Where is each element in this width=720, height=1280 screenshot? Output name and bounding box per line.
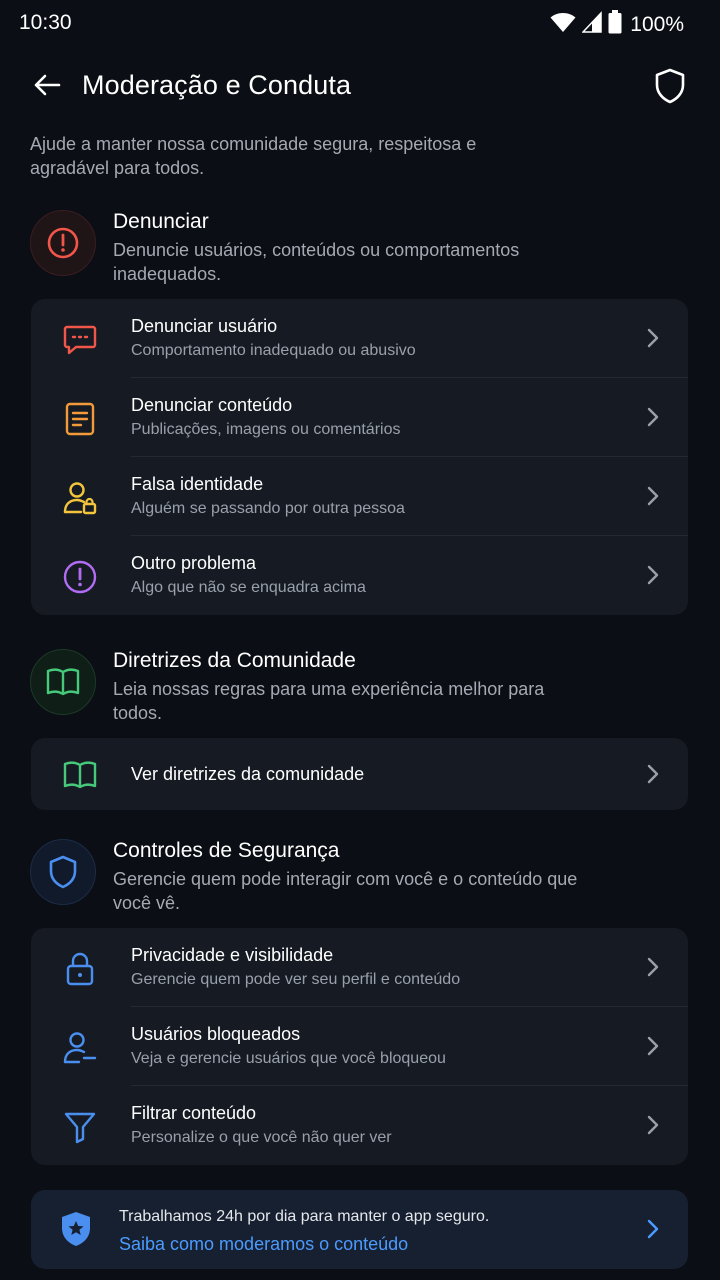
section-description: Leia nossas regras para uma experiência … [113, 679, 545, 723]
section-title: Diretrizes da Comunidade [113, 649, 356, 672]
section-title: Denunciar [113, 210, 209, 233]
view-guidelines-row[interactable]: Ver diretrizes da comunidade [31, 738, 688, 810]
book-icon [61, 756, 99, 794]
chevron-right-icon [642, 1114, 664, 1136]
row-subtitle: Veja e gerencie usuários que você bloque… [131, 1050, 446, 1067]
battery-percent: 100% [630, 12, 684, 36]
alert-circle-icon [30, 210, 96, 276]
safety-card: Privacidade e visibilidade Gerencie quem… [31, 928, 688, 1165]
report-card: Denunciar usuário Comportamento inadequa… [31, 299, 688, 615]
section-title: Controles de Segurança [113, 839, 340, 862]
arrow-left-icon [34, 74, 61, 96]
other-problem-icon [61, 558, 99, 596]
report-user-icon [61, 321, 99, 359]
back-button[interactable] [28, 66, 66, 104]
report-user-row[interactable]: Denunciar usuário Comportamento inadequa… [31, 299, 688, 378]
row-subtitle: Comportamento inadequado ou abusivo [131, 342, 416, 359]
chevron-right-icon [642, 485, 664, 507]
row-title: Denunciar usuário [131, 316, 278, 336]
chevron-right-icon [642, 763, 664, 785]
row-title: Filtrar conteúdo [131, 1103, 257, 1123]
row-title: Usuários bloqueados [131, 1024, 301, 1044]
status-time: 10:30 [19, 11, 72, 34]
chevron-right-icon [642, 564, 664, 586]
other-problem-row[interactable]: Outro problema Algo que não se enquadra … [31, 536, 688, 615]
report-content-icon [61, 400, 99, 438]
report-content-row[interactable]: Denunciar conteúdo Publicações, imagens … [31, 378, 688, 457]
intro-text: Ajude a manter nossa comunidade segura, … [30, 134, 477, 178]
filter-content-row[interactable]: Filtrar conteúdo Personalize o que você … [31, 1086, 688, 1165]
filter-icon [61, 1108, 99, 1146]
chevron-right-icon [642, 1035, 664, 1057]
section-description: Gerencie quem pode interagir com você e … [113, 869, 578, 913]
lock-icon [61, 950, 99, 988]
section-description: Denuncie usuários, conteúdos ou comporta… [113, 240, 520, 284]
blocked-user-icon [61, 1029, 99, 1067]
section-report-header: Denunciar Denuncie usuários, conteúdos o… [30, 210, 690, 290]
row-title: Denunciar conteúdo [131, 395, 293, 415]
moderation-info-card[interactable]: Trabalhamos 24h por dia para manter o ap… [31, 1190, 688, 1269]
status-bar: 10:30 100% [0, 0, 720, 48]
row-subtitle: Algo que não se enquadra acima [131, 579, 366, 596]
chevron-right-icon [642, 327, 664, 349]
section-guidelines-header: Diretrizes da Comunidade Leia nossas reg… [30, 649, 690, 729]
wifi-icon [550, 11, 576, 38]
row-subtitle: Publicações, imagens ou comentários [131, 421, 401, 438]
app-bar: Moderação e Conduta [0, 56, 720, 116]
privacy-row[interactable]: Privacidade e visibilidade Gerencie quem… [31, 928, 688, 1007]
row-subtitle: Alguém se passando por outra pessoa [131, 500, 405, 517]
chevron-right-icon [642, 1218, 664, 1240]
row-subtitle: Personalize o que você não quer ver [131, 1129, 392, 1146]
section-safety-header: Controles de Segurança Gerencie quem pod… [30, 839, 690, 919]
fake-identity-row[interactable]: Falsa identidade Alguém se passando por … [31, 457, 688, 536]
row-title: Outro problema [131, 553, 257, 573]
shield-star-icon [57, 1210, 95, 1248]
learn-moderation-link[interactable]: Saiba como moderamos o conteúdo [119, 1234, 408, 1255]
footer-text: Trabalhamos 24h por dia para manter o ap… [119, 1208, 490, 1225]
row-title: Ver diretrizes da comunidade [131, 764, 365, 784]
page-title: Moderação e Conduta [82, 70, 352, 100]
chevron-right-icon [642, 956, 664, 978]
blocked-users-row[interactable]: Usuários bloqueados Veja e gerencie usuá… [31, 1007, 688, 1086]
guidelines-card: Ver diretrizes da comunidade [31, 738, 688, 810]
status-icons: 100% [550, 10, 684, 39]
book-open-icon [30, 649, 96, 715]
chevron-right-icon [642, 406, 664, 428]
row-title: Privacidade e visibilidade [131, 945, 334, 965]
row-subtitle: Gerencie quem pode ver seu perfil e cont… [131, 971, 461, 988]
shield-icon [30, 839, 96, 905]
shield-button[interactable] [650, 64, 690, 108]
shield-icon [655, 68, 685, 104]
battery-icon [608, 10, 622, 39]
fake-identity-icon [61, 479, 99, 517]
signal-icon [581, 11, 603, 38]
row-title: Falsa identidade [131, 474, 264, 494]
